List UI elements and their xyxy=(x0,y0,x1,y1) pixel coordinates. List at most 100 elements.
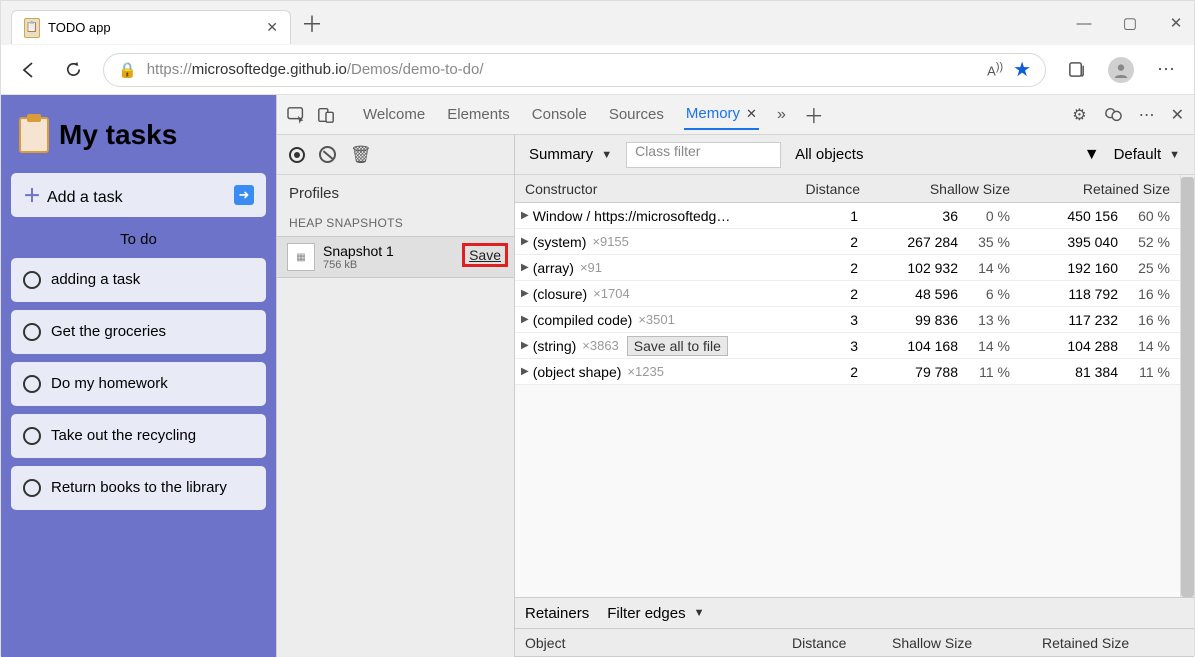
snapshot-size: 756 kB xyxy=(323,259,394,271)
clear-button[interactable] xyxy=(319,146,336,163)
expand-triangle-icon[interactable]: ▶ xyxy=(521,340,529,351)
todo-app: My tasks ＋Add a task ➜ To do adding a ta… xyxy=(1,95,276,657)
constructors-header: Constructor Distance Shallow Size Retain… xyxy=(515,175,1180,203)
all-objects-caret-icon[interactable]: ▼ xyxy=(1084,146,1100,164)
expand-triangle-icon[interactable]: ▶ xyxy=(521,366,529,377)
url-box[interactable]: 🔒 https://microsoftedge.github.io/Demos/… xyxy=(103,53,1046,87)
tab-sources[interactable]: Sources xyxy=(607,100,666,129)
tab-title: TODO app xyxy=(48,20,258,35)
profile-avatar-icon[interactable] xyxy=(1108,57,1134,83)
col-distance[interactable]: Distance xyxy=(774,181,864,197)
collections-icon[interactable] xyxy=(1062,56,1090,84)
app-logo-icon xyxy=(19,117,49,153)
snapshot-name: Snapshot 1 xyxy=(323,243,394,259)
task-label: Get the groceries xyxy=(51,323,166,342)
tab-memory[interactable]: Memory✕ xyxy=(684,99,759,130)
inspect-icon[interactable] xyxy=(287,106,307,124)
constructor-row[interactable]: ▶(compiled code)×3501 3 99 83613 % 117 2… xyxy=(515,307,1180,333)
task-checkbox[interactable] xyxy=(23,271,41,289)
task-item[interactable]: adding a task xyxy=(11,258,266,302)
tab-favicon-icon: 📋 xyxy=(24,18,40,38)
filter-edges-dropdown[interactable]: Filter edges ▼ xyxy=(603,605,708,622)
browser-menu-icon[interactable]: ⋯ xyxy=(1152,56,1180,84)
device-toggle-icon[interactable] xyxy=(317,106,335,124)
all-objects-dropdown[interactable]: All objects xyxy=(791,146,867,163)
profiles-pane: 🗑 Profiles HEAP SNAPSHOTS ▦ Snapshot 1 7… xyxy=(277,135,515,657)
expand-triangle-icon[interactable]: ▶ xyxy=(521,288,529,299)
expand-triangle-icon[interactable]: ▶ xyxy=(521,236,529,247)
expand-triangle-icon[interactable]: ▶ xyxy=(521,262,529,273)
tab-console[interactable]: Console xyxy=(530,100,589,129)
delete-button[interactable]: 🗑 xyxy=(350,145,372,165)
browser-tab[interactable]: 📋 TODO app ✕ xyxy=(11,10,291,44)
task-checkbox[interactable] xyxy=(23,375,41,393)
refresh-button[interactable] xyxy=(59,56,87,84)
retainers-table: Object Distance Shallow Size Retained Si… xyxy=(515,629,1194,657)
plus-icon: ＋ xyxy=(23,186,41,206)
record-button[interactable] xyxy=(289,147,305,163)
constructor-row[interactable]: ▶(array)×91 2 102 93214 % 192 16025 % xyxy=(515,255,1180,281)
task-label: Return books to the library xyxy=(51,479,227,498)
feedback-icon[interactable] xyxy=(1103,106,1123,124)
tabs-overflow-icon[interactable]: » xyxy=(777,106,786,124)
tab-close-icon[interactable]: ✕ xyxy=(746,106,757,122)
tab-close-icon[interactable]: ✕ xyxy=(266,19,278,36)
tab-welcome[interactable]: Welcome xyxy=(361,100,427,129)
memory-pane: Summary▼ Class filter All objects ▼ Defa… xyxy=(515,135,1194,657)
snapshot-save-link[interactable]: Save xyxy=(462,243,508,267)
read-aloud-icon[interactable]: A)) xyxy=(987,61,1003,78)
settings-gear-icon[interactable]: ⚙ xyxy=(1072,105,1086,125)
back-button[interactable] xyxy=(15,56,43,84)
task-item[interactable]: Take out the recycling xyxy=(11,414,266,458)
default-dropdown[interactable]: Default▼ xyxy=(1110,146,1184,163)
retainers-tab[interactable]: Retainers xyxy=(525,605,589,622)
submit-arrow-icon[interactable]: ➜ xyxy=(234,185,254,205)
ret-col-shallow[interactable]: Shallow Size xyxy=(888,635,1038,651)
constructor-row[interactable]: ▶(object shape)×1235 2 79 78811 % 81 384… xyxy=(515,359,1180,385)
lock-icon: 🔒 xyxy=(118,61,137,79)
constructor-row[interactable]: ▶(closure)×1704 2 48 5966 % 118 79216 % xyxy=(515,281,1180,307)
col-shallow[interactable]: Shallow Size xyxy=(864,181,1014,197)
task-item[interactable]: Return books to the library xyxy=(11,466,266,510)
task-checkbox[interactable] xyxy=(23,479,41,497)
save-tooltip: Save all to file xyxy=(627,336,728,356)
constructor-row[interactable]: ▶(system)×9155 2 267 28435 % 395 04052 % xyxy=(515,229,1180,255)
snapshot-thumb-icon: ▦ xyxy=(287,243,315,271)
task-checkbox[interactable] xyxy=(23,427,41,445)
expand-triangle-icon[interactable]: ▶ xyxy=(521,210,529,221)
task-item[interactable]: Do my homework xyxy=(11,362,266,406)
col-retained[interactable]: Retained Size xyxy=(1014,181,1174,197)
vertical-scrollbar[interactable] xyxy=(1180,175,1194,597)
window-titlebar: 📋 TODO app ✕ ＋ — ▢ ✕ xyxy=(1,1,1194,45)
ret-col-object[interactable]: Object xyxy=(521,635,788,651)
task-checkbox[interactable] xyxy=(23,323,41,341)
new-tab-button[interactable]: ＋ xyxy=(301,7,323,39)
summary-dropdown[interactable]: Summary▼ xyxy=(525,146,616,163)
devtools-menu-icon[interactable]: ⋯ xyxy=(1139,105,1155,125)
ret-col-distance[interactable]: Distance xyxy=(788,635,888,651)
page-url: https://microsoftedge.github.io/Demos/de… xyxy=(147,61,977,78)
task-label: Do my homework xyxy=(51,375,168,394)
devtools-tabstrip: Welcome Elements Console Sources Memory✕… xyxy=(277,95,1194,135)
col-constructor[interactable]: Constructor xyxy=(521,181,774,197)
ret-col-retained[interactable]: Retained Size xyxy=(1038,635,1188,651)
section-heading: To do xyxy=(11,231,266,248)
constructor-row[interactable]: ▶Window / https://microsoftedg… 1 360 % … xyxy=(515,203,1180,229)
profiles-heading: Profiles xyxy=(277,175,514,212)
add-tab-icon[interactable]: ＋ xyxy=(804,100,824,129)
add-task-label: Add a task xyxy=(47,189,123,206)
window-maximize-icon[interactable]: ▢ xyxy=(1120,14,1140,32)
window-minimize-icon[interactable]: — xyxy=(1074,15,1094,32)
heap-snapshots-heading: HEAP SNAPSHOTS xyxy=(277,212,514,236)
snapshot-item[interactable]: ▦ Snapshot 1 756 kB Save xyxy=(277,236,514,278)
task-label: Take out the recycling xyxy=(51,427,196,446)
favorite-star-icon[interactable]: ★ xyxy=(1013,57,1031,82)
tab-elements[interactable]: Elements xyxy=(445,100,512,129)
constructor-row[interactable]: ▶(string)×3863Save all to file 3 104 168… xyxy=(515,333,1180,359)
expand-triangle-icon[interactable]: ▶ xyxy=(521,314,529,325)
class-filter-input[interactable]: Class filter xyxy=(626,142,781,168)
window-close-icon[interactable]: ✕ xyxy=(1166,14,1186,32)
add-task-button[interactable]: ＋ Add a task ➜ xyxy=(11,173,266,217)
devtools-close-icon[interactable]: ✕ xyxy=(1171,105,1184,125)
task-item[interactable]: Get the groceries xyxy=(11,310,266,354)
